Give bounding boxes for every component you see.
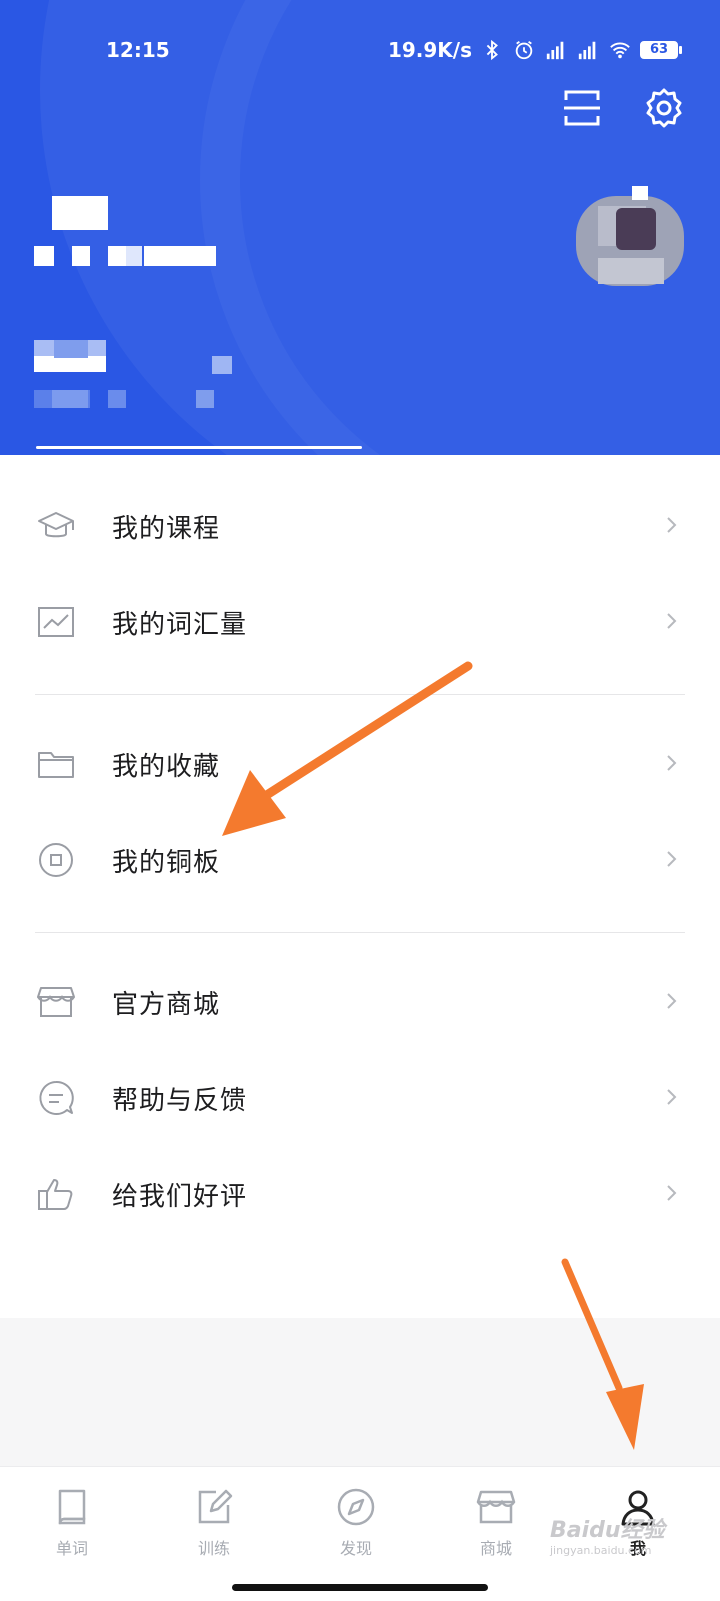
signal-hd-icon xyxy=(578,41,596,60)
home-indicator[interactable] xyxy=(232,1584,488,1591)
menu-divider xyxy=(35,932,685,933)
tab-discover[interactable]: 发现 xyxy=(296,1487,416,1577)
status-time: 12:15 xyxy=(106,38,170,62)
menu-item-label: 我的课程 xyxy=(112,514,221,544)
scan-button[interactable] xyxy=(560,86,604,130)
menu-item-help-feedback[interactable]: 帮助与反馈 xyxy=(0,1050,720,1146)
alarm-icon xyxy=(515,40,533,60)
chevron-right-icon xyxy=(667,851,677,867)
graduation-cap-icon xyxy=(38,512,74,538)
battery-indicator: 63 xyxy=(640,41,682,59)
battery-tip xyxy=(679,46,682,54)
gear-icon xyxy=(646,88,682,128)
status-bar: 12:15 19.9K/s 63 xyxy=(0,36,720,66)
tab-label: 发现 xyxy=(339,1539,372,1558)
menu-item-label: 给我们好评 xyxy=(112,1182,248,1212)
baidu-watermark: Baidu经验 jingyan.baidu.com xyxy=(550,1512,665,1557)
chevron-right-icon xyxy=(667,1185,677,1201)
menu-item-rate-us[interactable]: 给我们好评 xyxy=(0,1146,720,1242)
menu-item-official-store[interactable]: 官方商城 xyxy=(0,954,720,1050)
chart-icon xyxy=(38,607,74,637)
store-icon xyxy=(476,1490,516,1524)
book-icon xyxy=(58,1489,86,1525)
menu-item-my-courses[interactable]: 我的课程 xyxy=(0,478,720,574)
battery-level: 63 xyxy=(640,41,678,59)
menu-item-label: 我的词汇量 xyxy=(112,610,248,640)
bluetooth-icon xyxy=(486,39,498,61)
watermark-url: jingyan.baidu.com xyxy=(550,1544,652,1557)
menu-item-label: 我的收藏 xyxy=(112,752,221,782)
menu-item-my-vocabulary[interactable]: 我的词汇量 xyxy=(0,574,720,670)
store-icon xyxy=(37,987,75,1017)
chevron-right-icon xyxy=(667,613,677,629)
menu-item-my-favorites[interactable]: 我的收藏 xyxy=(0,716,720,812)
thumbs-up-icon xyxy=(38,1179,73,1210)
chat-icon xyxy=(39,1080,74,1115)
header-underline xyxy=(36,446,362,449)
tab-words[interactable]: 单词 xyxy=(12,1487,132,1577)
edit-icon xyxy=(198,1489,233,1524)
profile-header: 12:15 19.9K/s 63 xyxy=(0,0,720,455)
menu-item-label: 帮助与反馈 xyxy=(112,1086,248,1116)
network-speed: 19.9K/s xyxy=(387,38,472,62)
chevron-right-icon xyxy=(667,517,677,533)
tab-store[interactable]: 商城 xyxy=(436,1487,556,1577)
menu-bottom-spacer xyxy=(0,1318,720,1466)
tab-label: 训练 xyxy=(197,1539,230,1558)
chevron-right-icon xyxy=(667,1089,677,1105)
chevron-right-icon xyxy=(667,755,677,771)
settings-button[interactable] xyxy=(642,86,686,130)
watermark-brand: Baidu经验 xyxy=(550,1518,665,1543)
wifi-icon xyxy=(610,42,630,59)
compass-icon xyxy=(337,1488,375,1526)
signal-icon xyxy=(546,41,564,60)
menu-item-my-coins[interactable]: 我的铜板 xyxy=(0,812,720,908)
coin-icon xyxy=(39,843,73,877)
menu-item-label: 我的铜板 xyxy=(112,848,221,878)
menu-divider xyxy=(35,694,685,695)
tab-training[interactable]: 训练 xyxy=(154,1487,274,1577)
tab-label: 单词 xyxy=(55,1539,88,1558)
tab-label: 商城 xyxy=(479,1539,512,1558)
menu-item-label: 官方商城 xyxy=(112,990,221,1020)
chevron-right-icon xyxy=(667,993,677,1009)
folder-icon xyxy=(38,752,74,778)
scan-icon xyxy=(564,90,600,126)
